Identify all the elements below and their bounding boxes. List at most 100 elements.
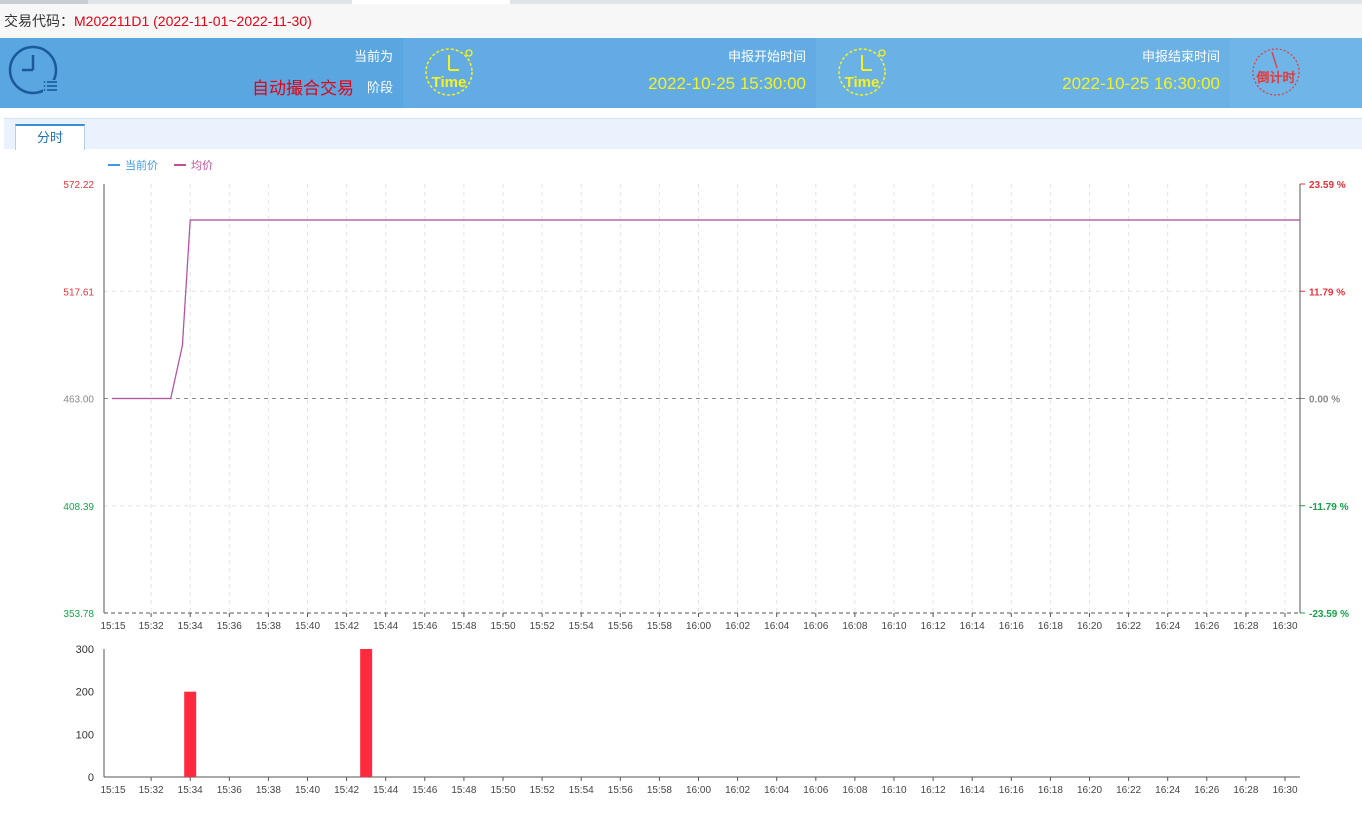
- y-tick-label: 463.00: [63, 395, 94, 406]
- chart-legend: 当前价 均价: [108, 158, 213, 172]
- chart-tab-bar: 分时: [4, 118, 1362, 150]
- volume-x-tick-label: 15:42: [334, 785, 359, 796]
- price-chart: 当前价 均价 572.22 23.59 % 517.61 11.79 % 463.00 0.0…: [63, 158, 1349, 632]
- x-tick-label: 15:54: [569, 621, 594, 632]
- volume-x-tick-label: 15:15: [100, 785, 125, 796]
- y2-tick-label: 23.59 %: [1309, 180, 1346, 191]
- end-time-section: Time 申报结束时间 2022-10-25 16:30:00: [816, 38, 1230, 108]
- volume-x-tick-label: 15:52: [530, 785, 555, 796]
- volume-chart: 300 200 100 0 15:15 15:32 15:34 15:36 15:38 15:40…: [76, 644, 1300, 796]
- trade-code-bar: 交易代码：M202211D1 (2022-11-01~2022-11-30): [0, 4, 1362, 38]
- x-tick-label: 15:38: [256, 621, 281, 632]
- y-tick-label: 408.39: [63, 502, 94, 513]
- volume-x-tick-label: 16:26: [1194, 785, 1219, 796]
- x-tick-label: 16:24: [1155, 621, 1180, 632]
- volume-y-tick-label: 100: [76, 729, 94, 741]
- volume-x-tick-label: 16:24: [1155, 785, 1180, 796]
- x-tick-label: 16:00: [686, 621, 711, 632]
- x-tick-label: 16:12: [921, 621, 946, 632]
- volume-x-tick-label: 15:36: [217, 785, 242, 796]
- volume-bar: [184, 691, 197, 777]
- x-tick-label: 15:15: [100, 621, 125, 632]
- y2-tick-label: 0.00 %: [1309, 395, 1340, 406]
- x-tick-label: 15:42: [334, 621, 359, 632]
- x-tick-label: 15:52: [530, 621, 555, 632]
- phase-value: 自动撮合交易: [252, 79, 354, 98]
- x-tick-label: 15:48: [451, 621, 476, 632]
- volume-y-tick-label: 200: [76, 687, 94, 699]
- volume-x-tick-label: 15:46: [412, 785, 437, 796]
- volume-x-tick-label: 15:58: [647, 785, 672, 796]
- end-time-label: 申报结束时间: [1141, 49, 1220, 64]
- time-icon-text: Time: [432, 74, 467, 91]
- trade-code-label: 交易代码：: [4, 13, 74, 29]
- volume-x-tick-label: 16:30: [1272, 785, 1297, 796]
- volume-y-tick-label: 0: [88, 772, 94, 784]
- y2-tick-label: 11.79 %: [1309, 287, 1345, 298]
- x-tick-label: 16:14: [960, 621, 985, 632]
- start-time-value: 2022-10-25 15:30:00: [648, 74, 806, 93]
- x-tick-label: 16:22: [1116, 621, 1141, 632]
- volume-bar: [360, 649, 373, 777]
- x-tick-label: 16:08: [842, 621, 867, 632]
- volume-x-tick-label: 16:10: [881, 785, 906, 796]
- end-time-value: 2022-10-25 16:30:00: [1062, 74, 1220, 93]
- volume-x-tick-label: 16:02: [725, 785, 750, 796]
- status-banner: 当前为 自动撮合交易 阶段 Time 申报开始时间 2022-10-25 15:…: [0, 38, 1362, 108]
- x-tick-label: 15:56: [608, 621, 633, 632]
- volume-x-tick-label: 16:14: [960, 785, 985, 796]
- y2-tick-label: -23.59 %: [1309, 609, 1349, 620]
- countdown-icon: 倒计时: [1244, 38, 1308, 108]
- start-time-label: 申报开始时间: [727, 49, 806, 64]
- trade-code-value: M202211D1 (2022-11-01~2022-11-30): [74, 13, 312, 29]
- series-line-1: [112, 219, 1301, 400]
- volume-x-tick-label: 16:12: [921, 785, 946, 796]
- x-tick-label: 15:36: [217, 621, 242, 632]
- x-tick-label: 16:18: [1038, 621, 1063, 632]
- volume-x-tick-label: 16:04: [764, 785, 789, 796]
- x-tick-label: 16:28: [1233, 621, 1258, 632]
- x-tick-label: 15:32: [139, 621, 164, 632]
- volume-x-tick-label: 16:00: [686, 785, 711, 796]
- time-clock-icon: Time: [419, 38, 479, 108]
- start-time-section: Time 申报开始时间 2022-10-25 15:30:00: [403, 38, 816, 108]
- x-tick-label: 16:26: [1194, 621, 1219, 632]
- time-icon-text: Time: [845, 74, 880, 91]
- volume-x-tick-label: 16:06: [803, 785, 828, 796]
- x-tick-label: 15:44: [373, 621, 398, 632]
- volume-x-tick-label: 16:20: [1077, 785, 1102, 796]
- volume-x-tick-label: 15:40: [295, 785, 320, 796]
- volume-x-tick-label: 15:32: [139, 785, 164, 796]
- x-tick-label: 15:46: [412, 621, 437, 632]
- x-tick-label: 16:06: [803, 621, 828, 632]
- x-tick-label: 15:50: [490, 621, 515, 632]
- volume-y-tick-label: 300: [76, 644, 94, 656]
- volume-x-tick-label: 15:44: [373, 785, 398, 796]
- volume-x-tick-label: 15:56: [608, 785, 633, 796]
- x-tick-label: 15:58: [647, 621, 672, 632]
- x-tick-label: 16:04: [764, 621, 789, 632]
- volume-x-tick-label: 15:50: [490, 785, 515, 796]
- x-tick-label: 16:16: [999, 621, 1024, 632]
- clock-list-icon: [0, 38, 70, 108]
- volume-x-tick-label: 16:08: [842, 785, 867, 796]
- volume-x-tick-label: 15:34: [178, 785, 203, 796]
- series-line-2: [112, 219, 1301, 400]
- tab-intraday[interactable]: 分时: [15, 124, 85, 150]
- intraday-chart-area: 当前价 均价 572.22 23.59 % 517.61 11.79 % 463.00 0.0…: [63, 158, 1349, 796]
- countdown-text: 倒计时: [1255, 70, 1295, 85]
- phase-label: 当前为: [353, 49, 393, 64]
- legend-label: 均价: [191, 159, 213, 172]
- volume-x-tick-label: 16:16: [999, 785, 1024, 796]
- volume-x-tick-label: 15:48: [451, 785, 476, 796]
- x-tick-label: 15:34: [178, 621, 203, 632]
- x-tick-label: 15:40: [295, 621, 320, 632]
- x-tick-label: 16:30: [1272, 621, 1297, 632]
- x-tick-label: 16:02: [725, 621, 750, 632]
- countdown-section: 倒计时: [1230, 38, 1362, 108]
- volume-x-tick-label: 16:18: [1038, 785, 1063, 796]
- y-tick-label: 572.22: [63, 180, 94, 191]
- y-tick-label: 517.61: [63, 287, 94, 298]
- x-tick-label: 16:20: [1077, 621, 1102, 632]
- y-tick-label: 353.78: [63, 609, 94, 620]
